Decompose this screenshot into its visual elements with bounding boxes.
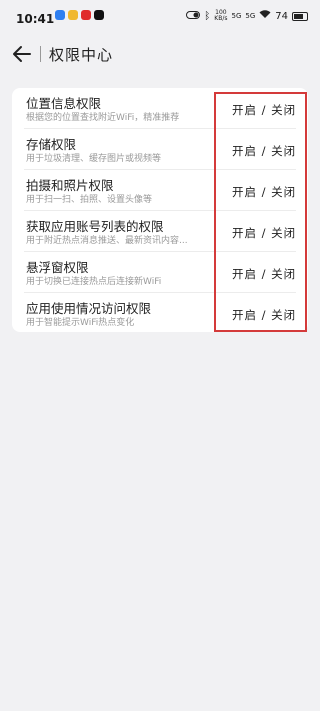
- permission-desc: 用于扫一扫、拍照、设置头像等: [26, 195, 153, 205]
- battery-fill: [294, 13, 303, 19]
- battery-percent: 74: [275, 10, 288, 22]
- permission-desc: 用于切换已连接热点后连接新WiFi: [26, 277, 162, 287]
- status-indicators: ᛒ 100 KB/s 5G 5G 74: [186, 10, 308, 22]
- permission-desc: 根据您的位置查找附近WiFi，精准推荐: [26, 113, 180, 123]
- status-bar: 10:41 ᛒ 100 KB/s 5G 5G 74: [0, 0, 320, 38]
- app-notification-icon: [81, 10, 91, 20]
- arrow-left-icon: [13, 46, 31, 62]
- header-divider: [40, 46, 41, 62]
- wifi-icon: [259, 10, 271, 22]
- notification-icons: [55, 10, 104, 20]
- permission-desc: 用于智能提示WiFi热点变化: [26, 318, 135, 328]
- network-speed: 100 KB/s: [214, 10, 227, 22]
- network-speed-unit: KB/s: [214, 15, 228, 22]
- signal-5g-2: 5G: [245, 12, 256, 20]
- header: 权限中心: [0, 38, 320, 74]
- permission-desc: 用于附近热点消息推送、最新资讯内容...: [26, 236, 188, 246]
- toggle-icon: [186, 10, 201, 22]
- status-time: 10:41: [16, 12, 55, 26]
- permission-desc: 用于垃圾清理、缓存图片或视频等: [26, 154, 162, 164]
- signal-5g-1: 5G: [231, 12, 242, 20]
- app-notification-icon: [68, 10, 78, 20]
- app-notification-icon: [55, 10, 65, 20]
- battery-icon: [292, 11, 308, 21]
- back-button[interactable]: [10, 42, 34, 66]
- bluetooth-icon: ᛒ: [204, 10, 211, 22]
- highlight-box: [214, 92, 307, 332]
- tiktok-icon: [94, 10, 104, 20]
- page-title: 权限中心: [49, 46, 114, 64]
